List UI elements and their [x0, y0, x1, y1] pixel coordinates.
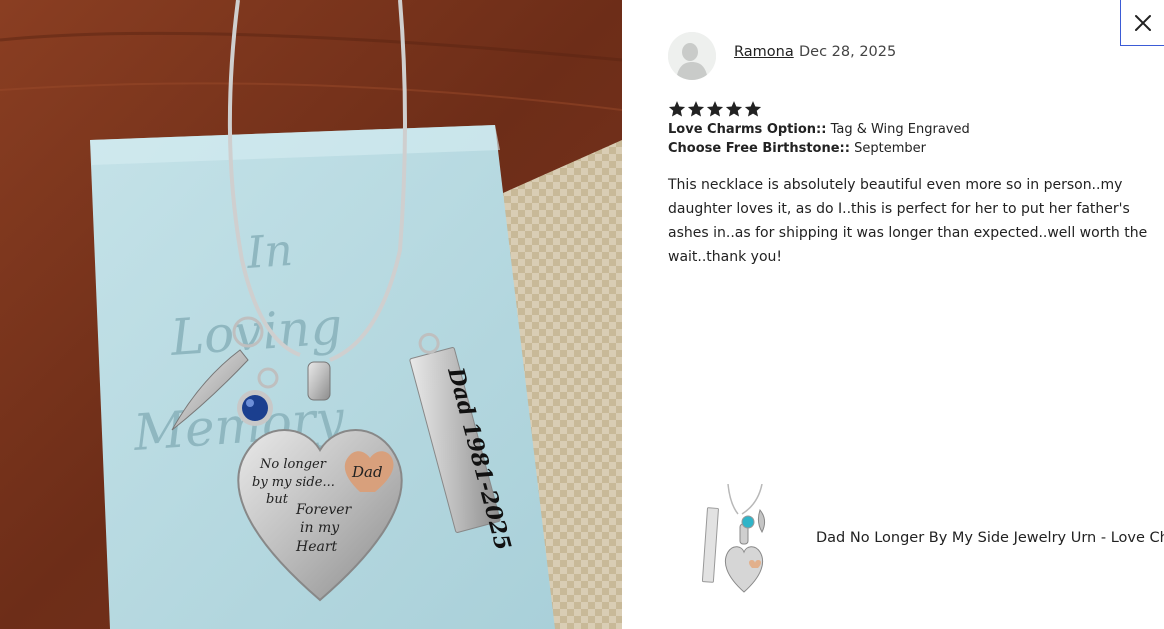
heart-text-3: but	[266, 492, 289, 507]
star-icon	[725, 101, 743, 117]
reviewer-name-link[interactable]: Ramona	[734, 44, 794, 60]
option-value: September	[854, 141, 926, 156]
review-body: This necklace is absolutely beautiful ev…	[668, 177, 1148, 265]
heart-tag-text: Dad	[351, 463, 383, 481]
product-thumbnail[interactable]	[701, 483, 774, 600]
option-charms: Love Charms Option:: Tag & Wing Engraved	[668, 122, 970, 137]
star-icon	[744, 101, 762, 117]
heart-text-6: Heart	[295, 539, 338, 555]
heart-text-1: No longer	[259, 457, 327, 472]
close-button[interactable]	[1120, 0, 1164, 46]
heart-text-4: Forever	[295, 502, 353, 518]
option-value: Tag & Wing Engraved	[830, 122, 970, 137]
product-title-link[interactable]: Dad No Longer By My Side Jewelry Urn - L…	[816, 530, 1164, 546]
option-label: Choose Free Birthstone::	[668, 141, 850, 156]
necklace-photo: In Loving Memory Dad No longer by my sid…	[0, 0, 622, 629]
review-panel: Ramona Dec 28, 2025 Love Charms Option::…	[622, 0, 1164, 629]
product-image	[701, 483, 774, 600]
box-text-line-1: In	[244, 225, 294, 279]
reviewer-avatar	[668, 32, 716, 80]
heart-text-2: by my side...	[252, 475, 335, 490]
close-icon	[1134, 14, 1151, 31]
star-icon	[687, 101, 705, 117]
star-icon	[706, 101, 724, 117]
review-photo[interactable]: In Loving Memory Dad No longer by my sid…	[0, 0, 622, 629]
heart-text-5: in my	[300, 520, 340, 536]
default-avatar-icon	[668, 32, 716, 80]
star-icon	[668, 101, 686, 117]
star-rating	[668, 100, 762, 118]
option-birthstone: Choose Free Birthstone:: September	[668, 141, 926, 156]
review-date: Dec 28, 2025	[799, 44, 897, 60]
option-label: Love Charms Option::	[668, 122, 827, 137]
